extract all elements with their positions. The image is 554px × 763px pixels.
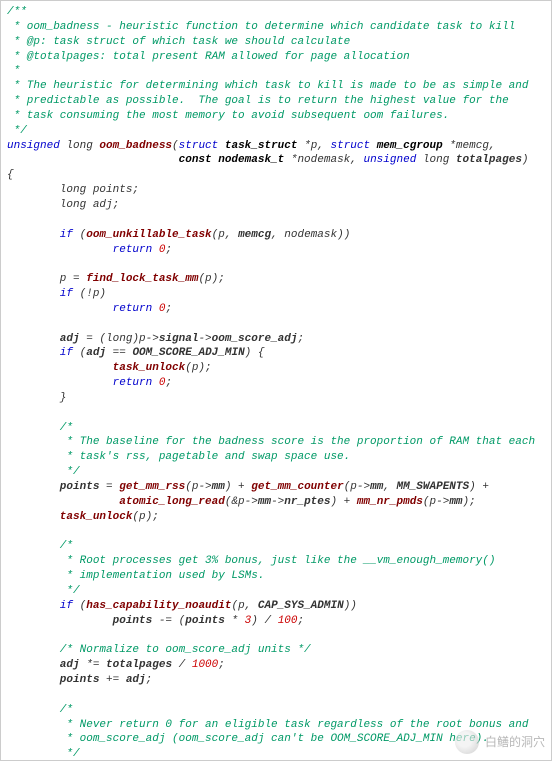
adj-assign: adj = (long)p->signal->oom_score_adj; — [7, 332, 549, 347]
points-sub: points -= (points * 3) / 100; — [7, 614, 549, 629]
adj-mul: adj *= totalpages / 1000; — [7, 658, 549, 673]
code-container: /** * oom_badness - heuristic function t… — [0, 0, 552, 761]
comment: * predictable as possible. The goal is t… — [7, 95, 509, 107]
comment: */ — [7, 466, 80, 478]
fn-signature-2: const nodemask_t *nodemask, unsigned lon… — [7, 153, 549, 168]
comment: * The baseline for the badness score is … — [7, 436, 535, 448]
comment: * oom_score_adj (oom_score_adj can't be … — [7, 733, 489, 745]
comment: * task consuming the most memory to avoi… — [7, 110, 449, 122]
if-not-p: if (!p) — [7, 287, 549, 302]
if-adj-min: if (adj == OOM_SCORE_ADJ_MIN) { — [7, 346, 549, 361]
comment: /* — [7, 704, 73, 716]
comment: * Root processes get 3% bonus, just like… — [7, 555, 495, 567]
comment: * task's rss, pagetable and swap space u… — [7, 451, 350, 463]
return-0: return 0; — [7, 302, 549, 317]
comment: */ — [7, 748, 80, 760]
brace-open: { — [7, 169, 14, 181]
task-unlock: task_unlock(p); — [7, 361, 549, 376]
watermark-avatar-icon — [455, 730, 479, 754]
task-unlock-2: task_unlock(p); — [7, 510, 549, 525]
points-add: points += adj; — [7, 673, 549, 688]
comment: */ — [7, 125, 27, 137]
watermark-label: 白鳝的洞穴 — [485, 734, 545, 750]
fn-signature-1: unsigned long oom_badness(struct task_st… — [7, 139, 549, 154]
comment: */ — [7, 585, 80, 597]
comment: * @p: task struct of which task we shoul… — [7, 36, 350, 48]
return-0: return 0; — [7, 243, 549, 258]
comment: /* Normalize to oom_score_adj units */ — [7, 644, 311, 656]
watermark: 白鳝的洞穴 — [455, 730, 545, 754]
decl: long adj; — [7, 199, 119, 211]
points-eq: points = get_mm_rss(p->mm) + get_mm_coun… — [7, 480, 549, 495]
comment: /* — [7, 422, 73, 434]
points-eq-2: atomic_long_read(&p->mm->nr_ptes) + mm_n… — [7, 495, 549, 510]
if-unkillable: if (oom_unkillable_task(p, memcg, nodema… — [7, 228, 549, 243]
comment: * oom_badness - heuristic function to de… — [7, 21, 515, 33]
find-lock: p = find_lock_task_mm(p); — [7, 272, 549, 287]
comment: * implementation used by LSMs. — [7, 570, 264, 582]
decl: long points; — [7, 184, 139, 196]
comment: * — [7, 65, 20, 77]
comment: * The heuristic for determining which ta… — [7, 80, 529, 92]
brace-close: } — [7, 392, 66, 404]
comment: /* — [7, 540, 73, 552]
if-cap: if (has_capability_noaudit(p, CAP_SYS_AD… — [7, 599, 549, 614]
comment: * Never return 0 for an eligible task re… — [7, 719, 529, 731]
comment: * @totalpages: total present RAM allowed… — [7, 51, 410, 63]
comment: /** — [7, 6, 27, 18]
return-0: return 0; — [7, 376, 549, 391]
